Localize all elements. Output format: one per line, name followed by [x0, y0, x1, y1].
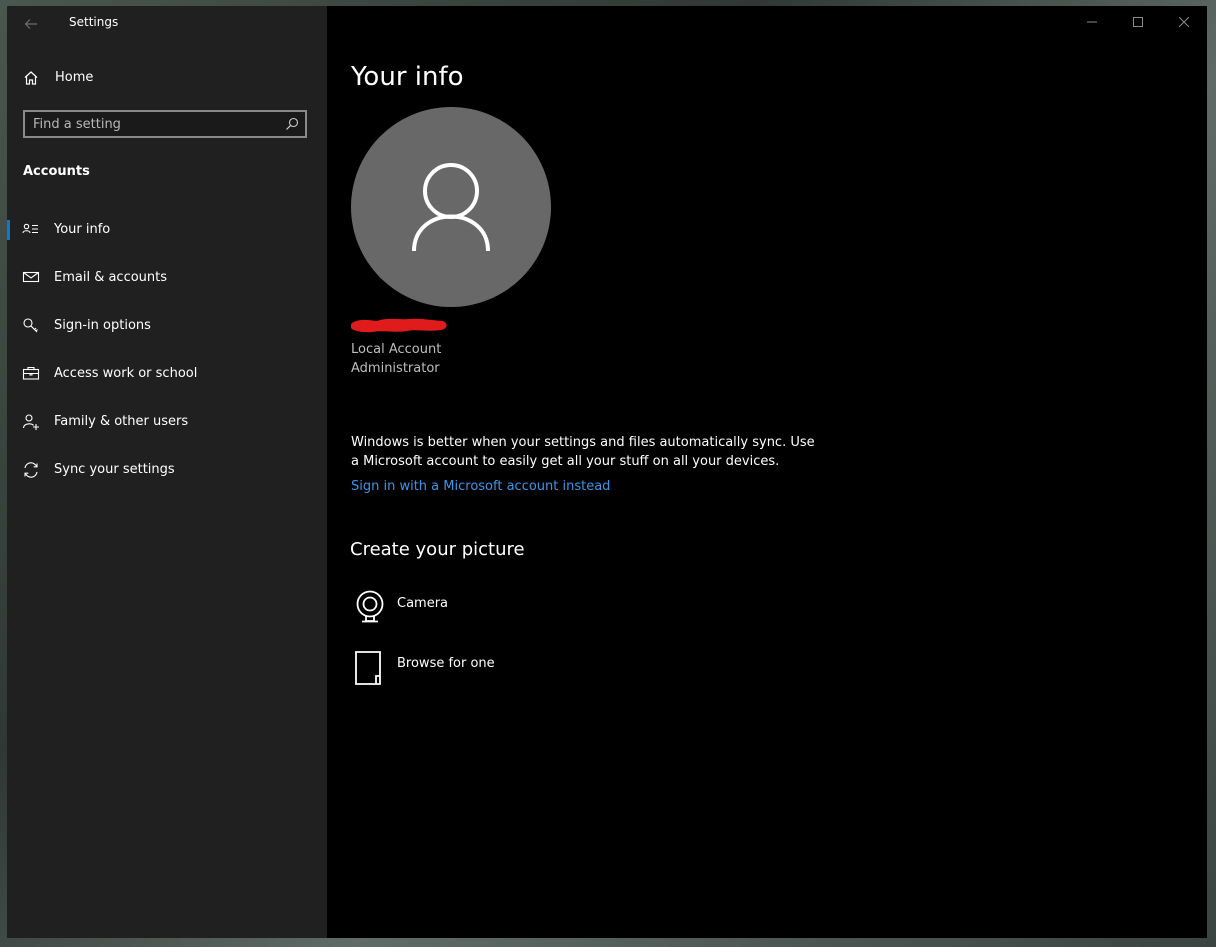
back-arrow-icon [24, 19, 37, 29]
sidebar: Settings Home Accounts Y [7, 6, 327, 938]
sidebar-item-label: Email & accounts [54, 270, 168, 285]
create-picture-title: Create your picture [350, 539, 525, 560]
user-icon [412, 163, 490, 252]
mail-icon [22, 271, 40, 283]
search-icon[interactable] [285, 117, 299, 131]
account-role: Administrator [351, 361, 440, 376]
sidebar-item-your-info[interactable]: Your info [7, 212, 327, 260]
user-list-icon [22, 223, 38, 234]
sidebar-item-label: Sync your settings [54, 462, 175, 477]
sync-message: Windows is better when your settings and… [351, 435, 815, 469]
sidebar-item-home[interactable]: Home [7, 61, 327, 95]
sidebar-item-sign-in-options[interactable]: Sign-in options [7, 308, 327, 356]
main-content: Your info Local Account Administrator Wi… [327, 6, 1207, 938]
sidebar-item-access-work-school[interactable]: Access work or school [7, 356, 327, 404]
page-title: Your info [351, 62, 464, 92]
avatar [351, 107, 551, 307]
home-icon [24, 71, 38, 85]
camera-icon [356, 590, 384, 623]
sync-icon [24, 462, 38, 478]
sidebar-item-label: Your info [54, 222, 111, 237]
search-box[interactable] [23, 110, 307, 138]
app-title: Settings [69, 15, 119, 29]
sidebar-item-family-other-users[interactable]: Family & other users [7, 404, 327, 452]
redacted-username [351, 318, 447, 333]
settings-window: Settings Home Accounts Y [7, 6, 1207, 938]
camera-option[interactable]: Camera [351, 590, 571, 630]
sidebar-item-label: Access work or school [54, 366, 198, 381]
active-indicator [7, 220, 10, 240]
sidebar-item-email-accounts[interactable]: Email & accounts [7, 260, 327, 308]
camera-option-label: Camera [397, 596, 449, 611]
back-button[interactable] [19, 14, 43, 34]
briefcase-icon [22, 366, 40, 380]
add-user-icon [22, 414, 39, 430]
sidebar-item-sync-settings[interactable]: Sync your settings [7, 452, 327, 500]
search-input[interactable] [33, 114, 273, 134]
sidebar-item-home-label: Home [55, 70, 94, 85]
sidebar-item-label: Family & other users [54, 414, 189, 429]
sidebar-item-label: Sign-in options [54, 318, 151, 333]
section-title: Accounts [23, 164, 90, 179]
file-icon [355, 651, 381, 685]
browse-option-label: Browse for one [397, 656, 495, 671]
browse-option[interactable]: Browse for one [351, 650, 571, 690]
key-icon [23, 318, 38, 333]
account-type: Local Account [351, 342, 442, 357]
sidebar-nav: Your info Email & accounts Sign-in optio… [7, 212, 327, 500]
microsoft-account-link[interactable]: Sign in with a Microsoft account instead [351, 479, 610, 494]
